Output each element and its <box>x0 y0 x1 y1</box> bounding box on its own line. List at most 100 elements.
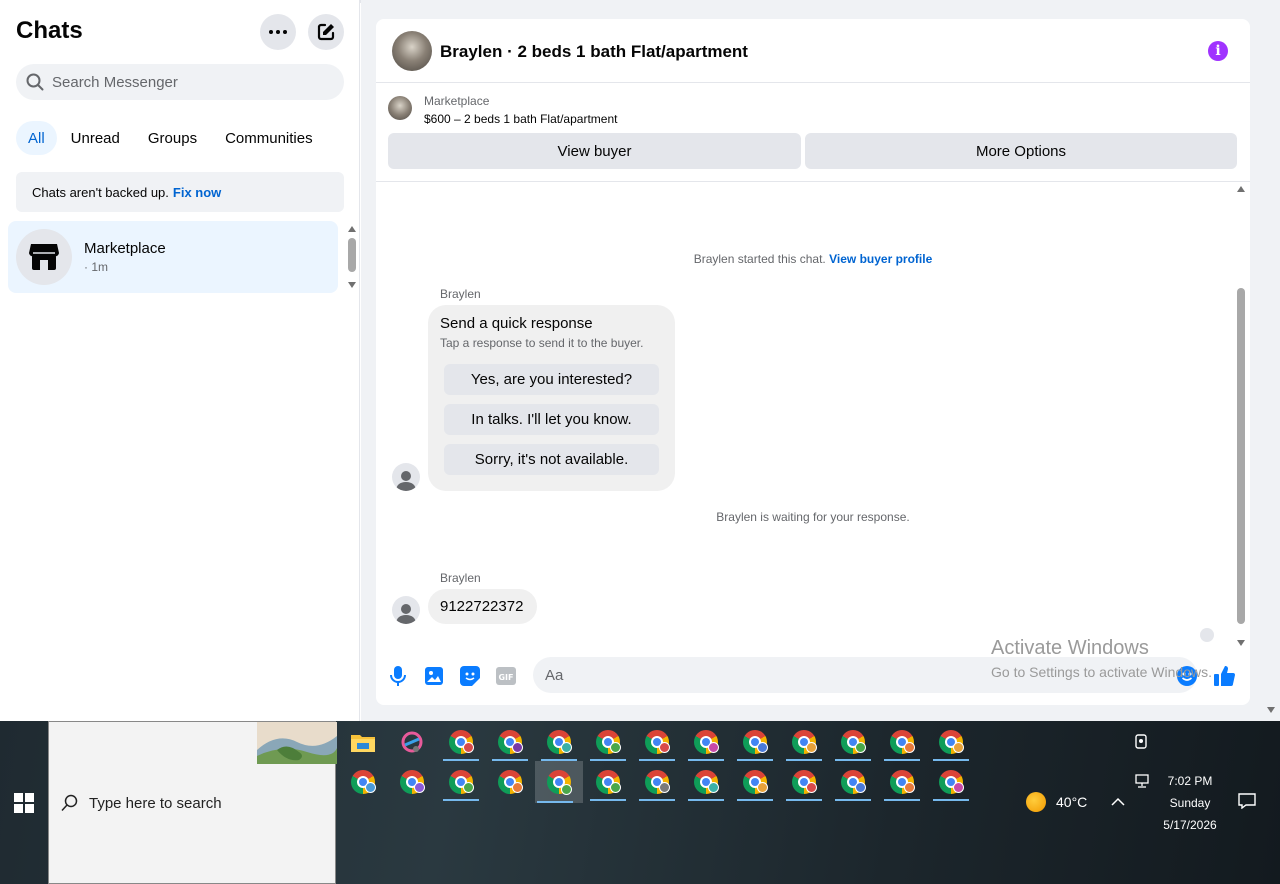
chat-time: · 1m <box>84 260 108 274</box>
user-icon <box>396 604 416 624</box>
more-options-listing-button[interactable]: More Options <box>805 133 1237 169</box>
chrome-profile-icon[interactable] <box>784 763 824 801</box>
windows-taskbar: Type here to search 40°C 7:02 PM Sunday … <box>0 721 1280 884</box>
chrome-profile-icon[interactable] <box>686 723 726 761</box>
chrome-profile-icon[interactable] <box>441 723 481 761</box>
fix-now-link[interactable]: Fix now <box>173 185 221 200</box>
quick-response-bubble: Send a quick response Tap a response to … <box>428 305 675 491</box>
taskbar-search-placeholder: Type here to search <box>89 795 222 812</box>
scroll-thumb[interactable] <box>1237 288 1245 624</box>
sticker-icon[interactable] <box>459 665 481 687</box>
sidebar-scrollbar[interactable] <box>346 224 358 290</box>
scroll-up-arrow[interactable] <box>348 226 356 232</box>
chrome-profile-icon[interactable] <box>441 763 481 801</box>
store-icon <box>29 244 59 270</box>
scroll-up-arrow[interactable] <box>1237 186 1245 192</box>
chrome-profile-icon[interactable] <box>490 723 530 761</box>
chrome-profile-icon[interactable] <box>343 763 383 801</box>
filter-groups[interactable]: Groups <box>134 121 211 155</box>
chat-filters: All Unread Groups Communities <box>16 121 327 155</box>
microphone-icon[interactable] <box>387 665 409 687</box>
quick-response-subtitle: Tap a response to send it to the buyer. <box>440 336 644 350</box>
quick-reply-interested[interactable]: Yes, are you interested? <box>444 364 659 395</box>
message-scrollbar[interactable] <box>1234 182 1248 649</box>
search-bar[interactable] <box>16 64 344 100</box>
chrome-profile-icon-active[interactable] <box>535 761 583 803</box>
scroll-down-arrow[interactable] <box>348 282 356 288</box>
clock-time[interactable]: 7:02 PM <box>1160 774 1220 788</box>
chrome-profile-icon[interactable] <box>637 763 677 801</box>
user-icon <box>396 471 416 491</box>
chrome-profile-icon[interactable] <box>588 763 628 801</box>
weather-temperature: 40°C <box>1056 794 1088 810</box>
windows-start-icon[interactable] <box>14 793 34 813</box>
chrome-profile-icon[interactable] <box>686 763 726 801</box>
file-explorer-icon[interactable] <box>343 723 383 761</box>
watermark-subtitle: Go to Settings to activate Windows. <box>991 664 1212 680</box>
conversation-panel: Braylen · 2 beds 1 bath Flat/apartment i… <box>376 19 1250 705</box>
quick-response-title: Send a quick response <box>440 315 593 332</box>
gif-icon[interactable]: GIF <box>495 665 517 687</box>
chrome-profile-icon[interactable] <box>931 723 971 761</box>
backup-notice: Chats aren't backed up. Fix now <box>16 172 344 212</box>
search-input[interactable] <box>52 73 322 91</box>
filter-all[interactable]: All <box>16 121 57 155</box>
weather-widget[interactable]: 40°C <box>1026 792 1087 812</box>
new-message-button[interactable] <box>308 14 344 50</box>
chrome-profile-icon[interactable] <box>588 723 628 761</box>
filter-unread[interactable]: Unread <box>57 121 134 155</box>
message-sender: Braylen <box>440 571 481 585</box>
conversation-title[interactable]: Braylen · 2 beds 1 bath Flat/apartment <box>440 42 748 62</box>
chrome-profile-icon[interactable] <box>539 723 579 761</box>
filter-communities[interactable]: Communities <box>211 121 327 155</box>
clock-date[interactable]: 5/17/2026 <box>1155 818 1225 832</box>
conversation-header: Braylen · 2 beds 1 bath Flat/apartment i <box>376 19 1250 83</box>
chrome-profile-icon[interactable] <box>833 763 873 801</box>
sender-avatar[interactable] <box>392 596 420 624</box>
chrome-profile-icon[interactable] <box>784 723 824 761</box>
like-icon[interactable] <box>1214 665 1236 687</box>
chrome-profile-icon[interactable] <box>882 763 922 801</box>
watermark-title: Activate Windows <box>991 637 1149 659</box>
meet-now-icon[interactable] <box>1135 734 1149 750</box>
listing-avatar[interactable] <box>392 31 432 71</box>
message-sender: Braylen <box>440 287 481 301</box>
scroll-down-arrow[interactable] <box>1237 640 1245 646</box>
page-scroll-down-arrow[interactable] <box>1267 707 1275 713</box>
chrome-profile-icon[interactable] <box>735 723 775 761</box>
chrome-profile-icon[interactable] <box>882 723 922 761</box>
notification-icon[interactable] <box>1238 793 1256 809</box>
chrome-profile-icon[interactable] <box>490 763 530 801</box>
ellipsis-icon <box>269 30 287 34</box>
chrome-profile-icon[interactable] <box>637 723 677 761</box>
view-buyer-button[interactable]: View buyer <box>388 133 801 169</box>
chrome-profile-icon[interactable] <box>833 723 873 761</box>
info-icon[interactable]: i <box>1208 41 1228 61</box>
quick-reply-not-available[interactable]: Sorry, it's not available. <box>444 444 659 475</box>
chevron-up-icon[interactable] <box>1111 797 1125 806</box>
taskbar-search-box[interactable]: Type here to search <box>48 721 337 884</box>
more-options-button[interactable] <box>260 14 296 50</box>
view-buyer-profile-link[interactable]: View buyer profile <box>829 252 932 266</box>
chats-sidebar: Chats All Unread Groups Communities Chat… <box>0 0 360 721</box>
search-icon <box>26 73 44 91</box>
network-icon[interactable] <box>1134 774 1150 788</box>
chrome-profile-icon[interactable] <box>735 763 775 801</box>
chat-item-marketplace[interactable]: Marketplace · 1m <box>8 221 338 293</box>
quick-reply-in-talks[interactable]: In talks. I'll let you know. <box>444 404 659 435</box>
chat-name: Marketplace <box>84 240 166 257</box>
chrome-profile-icon[interactable] <box>392 763 432 801</box>
chrome-profile-icon[interactable] <box>931 763 971 801</box>
photo-icon[interactable] <box>423 665 445 687</box>
marketplace-label: Marketplace <box>424 94 490 108</box>
marketplace-listing-bar: Marketplace $600 – 2 beds 1 bath Flat/ap… <box>376 83 1250 181</box>
scroll-thumb[interactable] <box>348 238 356 272</box>
sender-avatar[interactable] <box>392 463 420 491</box>
listing-thumbnail <box>388 96 412 120</box>
snipping-tool-icon[interactable] <box>392 723 432 761</box>
message-bubble[interactable]: 9122722372 <box>428 589 537 624</box>
clock-day[interactable]: Sunday <box>1160 796 1220 810</box>
sun-icon <box>1026 792 1046 812</box>
search-icon <box>61 794 78 812</box>
chat-started-notice: Braylen started this chat. View buyer pr… <box>376 252 1250 266</box>
